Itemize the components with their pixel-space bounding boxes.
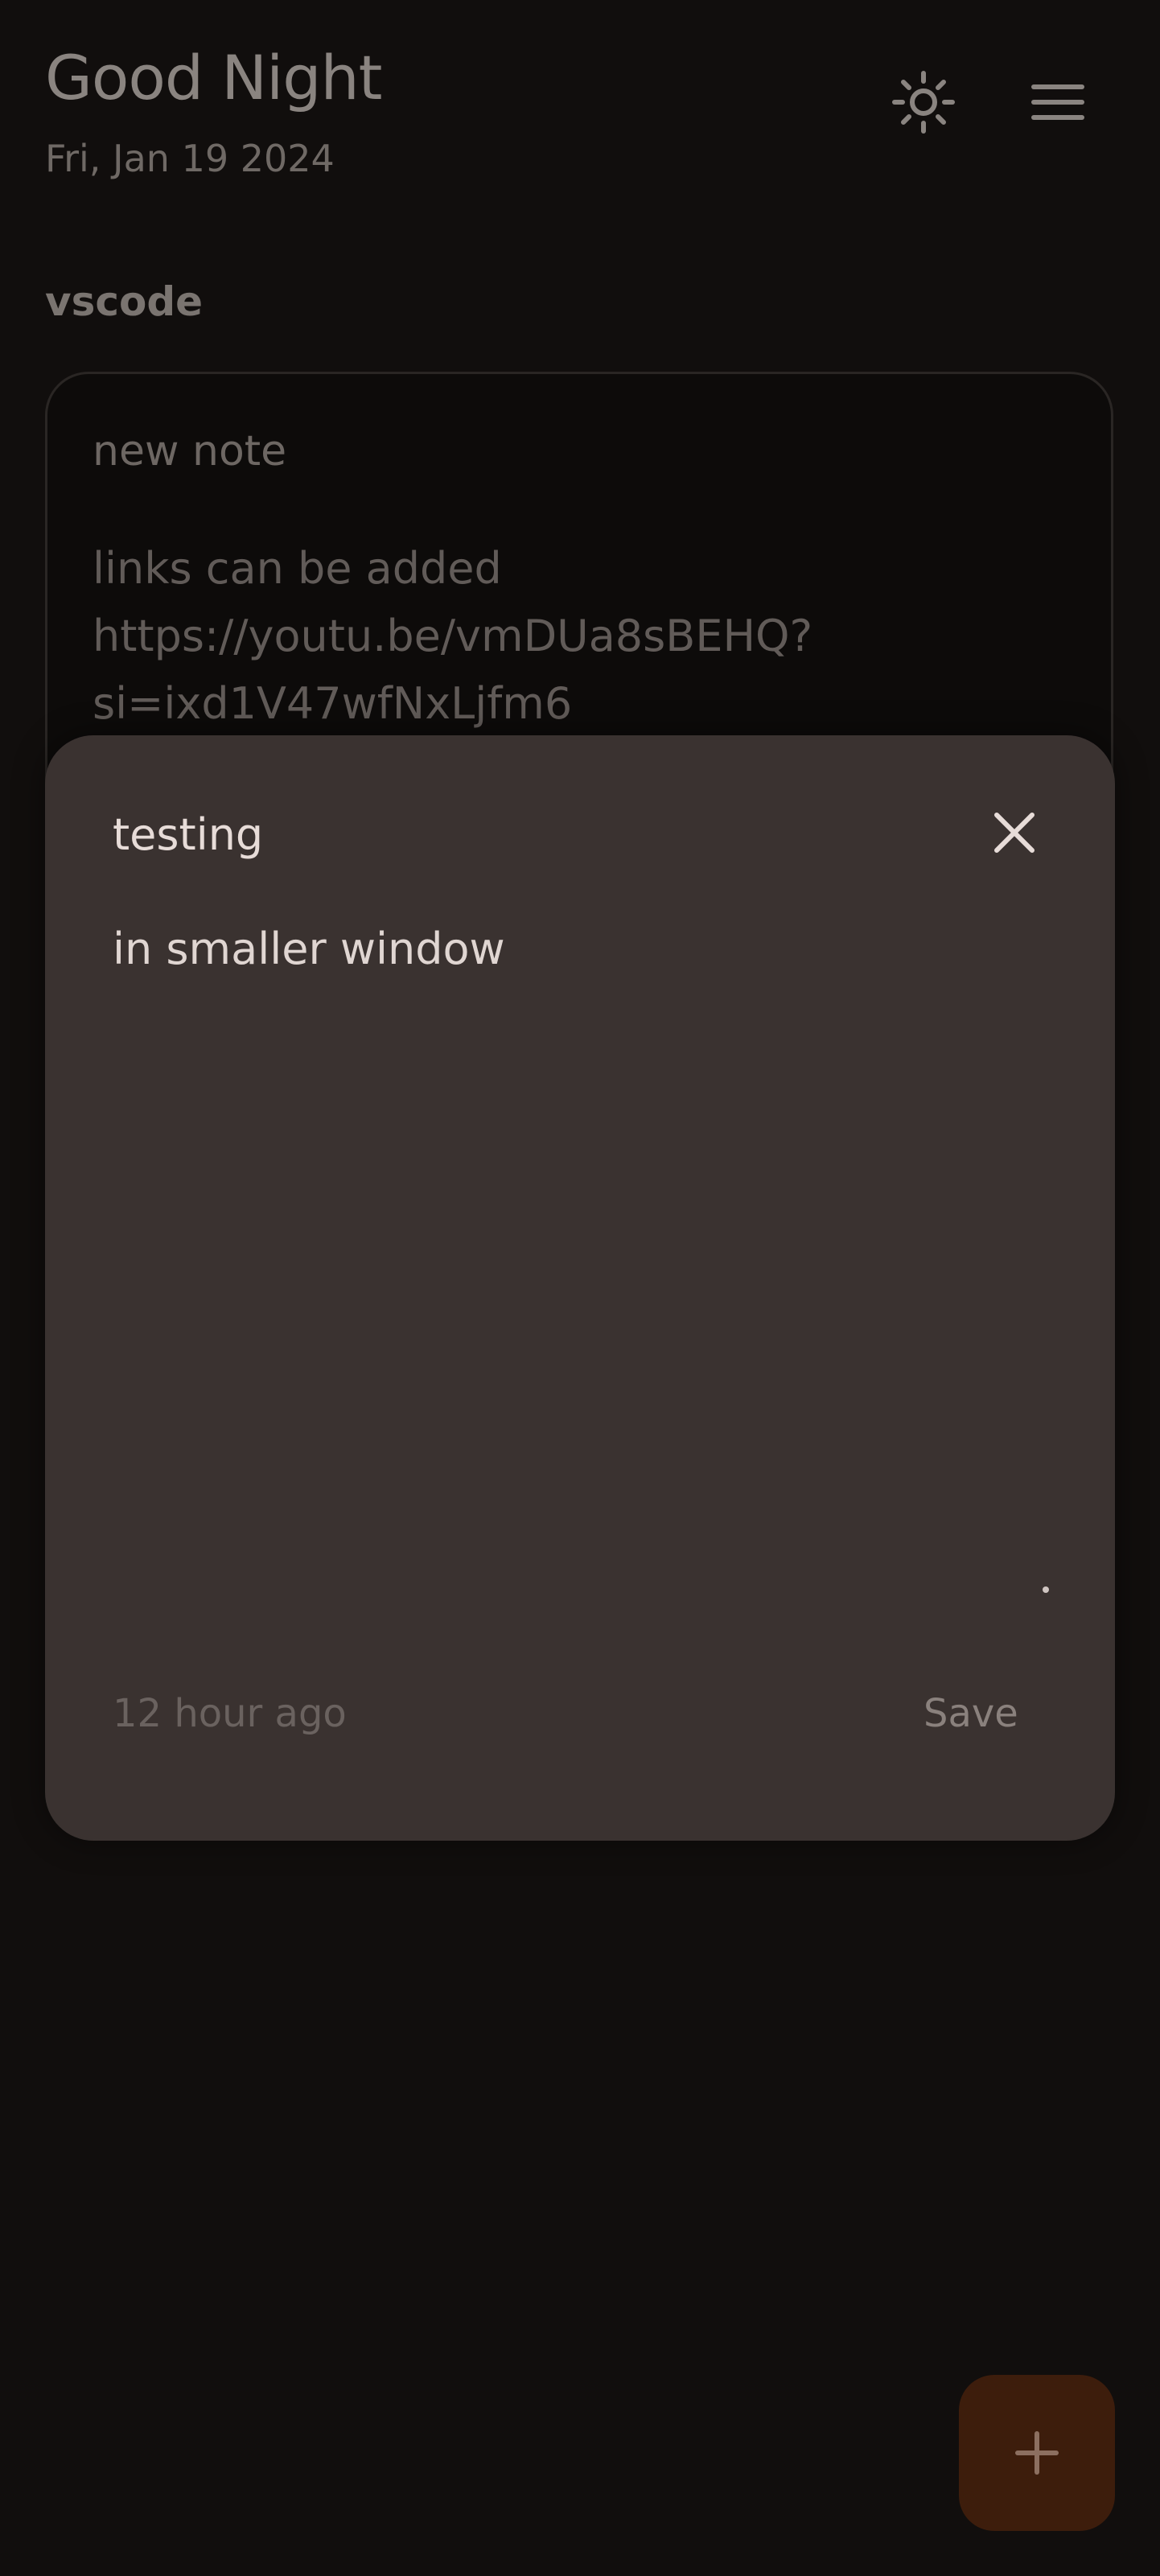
note-body: links can be added https://youtu.be/vmDU… — [93, 543, 813, 729]
note-title: new note — [93, 427, 287, 475]
current-date: Fri, Jan 19 2024 — [45, 137, 335, 180]
menu-button[interactable] — [1014, 58, 1102, 146]
edited-timestamp: 12 hour ago — [113, 1691, 347, 1736]
notes-screen: Good Night Fri, Jan 19 2024 vscode new n… — [0, 0, 1160, 2576]
hamburger-menu-icon — [1031, 84, 1084, 120]
add-note-button[interactable] — [959, 2375, 1115, 2531]
greeting-title: Good Night — [45, 42, 382, 113]
folder-title: vscode — [45, 278, 204, 325]
note-editor-dialog: testing in smaller window 12 hour ago Sa… — [45, 735, 1115, 1841]
editor-title-input[interactable]: testing — [113, 809, 263, 860]
plus-icon — [1015, 2431, 1059, 2475]
save-button[interactable]: Save — [904, 1677, 1038, 1751]
close-button[interactable] — [970, 788, 1059, 877]
resize-handle-icon[interactable] — [1043, 1586, 1049, 1593]
theme-toggle-button[interactable] — [879, 58, 968, 146]
editor-body-textarea[interactable]: in smaller window — [113, 924, 1046, 1535]
close-icon — [994, 813, 1035, 853]
sun-icon — [892, 71, 955, 134]
